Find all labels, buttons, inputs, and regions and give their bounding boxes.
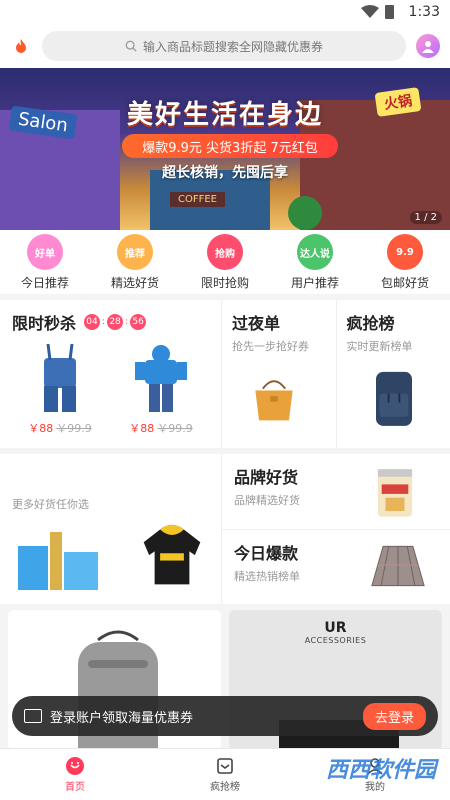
tab-rush-ranking-label: 疯抢榜 xyxy=(210,782,240,793)
battery-icon xyxy=(385,5,394,19)
banner-title: 美好生活在身边 xyxy=(126,100,323,130)
flash-sale-title: 限时秒杀 xyxy=(12,314,77,333)
home-icon xyxy=(66,757,84,775)
ur-brand-sub: ACCESSORIES xyxy=(304,636,367,645)
price-old: ￥99.9 xyxy=(56,422,92,435)
flash-sale-tile[interactable]: 限时秒杀 04: 28: 56 ￥88 ￥99.9 ￥88 ￥99.9 xyxy=(0,300,222,448)
price-now: ￥88 xyxy=(28,422,54,435)
quick-nav-label: 今日推荐 xyxy=(20,276,69,290)
status-time: 1:33 xyxy=(408,4,440,20)
overnight-tile[interactable]: 过夜单 抢先一步抢好券 xyxy=(222,300,337,448)
rush-ranking-sub: 实时更新榜单 xyxy=(346,340,413,353)
search-input[interactable]: 输入商品标题搜索全网隐藏优惠券 xyxy=(42,31,406,61)
free-shipping-icon: 9.9 xyxy=(387,234,423,270)
search-header: 输入商品标题搜索全网隐藏优惠券 xyxy=(0,24,450,68)
login-prompt-text: 登录账户领取海量优惠券 xyxy=(50,710,194,726)
quick-nav-item-selected[interactable]: 推荐 精选好货 xyxy=(95,234,175,291)
overnight-sub: 抢先一步抢好券 xyxy=(232,340,309,353)
status-icons xyxy=(361,5,394,19)
backpack-image xyxy=(375,371,412,426)
hoodie-image xyxy=(143,524,201,585)
overnight-title: 过夜单 xyxy=(232,314,281,333)
watermark-logo: 西西软件园 xyxy=(325,758,436,783)
grid-row-1: 限时秒杀 04: 28: 56 ￥88 ￥99.9 ￥88 ￥99.9 过夜单 … xyxy=(0,300,450,448)
price-now: ￥88 xyxy=(129,422,155,435)
avatar-icon xyxy=(422,41,434,53)
today-recommend-icon: 好单 xyxy=(27,234,63,270)
banner-tree xyxy=(288,196,322,230)
flash-buy-icon: 抢购 xyxy=(207,234,243,270)
promo-banner[interactable]: Salon 火锅 美好生活在身边 爆款9.9元 尖货3折起 7元红包 超长核销，… xyxy=(0,68,450,230)
milk-powder-can-image xyxy=(377,469,413,517)
search-placeholder: 输入商品标题搜索全网隐藏优惠券 xyxy=(142,39,323,54)
rush-ranking-title: 疯抢榜 xyxy=(346,314,395,333)
skincare-set-image xyxy=(18,532,98,590)
timer-hours: 04 xyxy=(84,314,101,330)
quick-nav: 好单 今日推荐 推荐 精选好货 抢购 限时抢购 达人说 用户推荐 9.9 包邮好… xyxy=(0,230,450,294)
countdown-timer: 04: 28: 56 xyxy=(84,314,147,330)
ranking-icon xyxy=(217,758,233,774)
banner-coffee-sign: COFFEE xyxy=(170,192,225,207)
timer-minutes: 28 xyxy=(107,314,124,330)
brand-goods-tile[interactable]: 品牌好货 品牌精选好货 xyxy=(222,454,450,529)
flash-item-price: ￥88 ￥99.9 xyxy=(28,420,92,436)
status-bar: 1:33 xyxy=(0,0,450,24)
tab-rush-ranking[interactable]: 疯抢榜 xyxy=(150,749,300,800)
more-goods-tile[interactable]: 更多好货任你选 xyxy=(0,454,222,604)
tab-home-label: 首页 xyxy=(65,782,85,793)
wifi-icon xyxy=(361,5,379,18)
coupon-icon xyxy=(24,709,42,723)
banner-promo-pill: 爆款9.9元 尖货3折起 7元红包 xyxy=(122,134,338,158)
grid-row-2: 更多好货任你选 品牌好货 品牌精选好货 今日爆款 精选热销榜单 xyxy=(0,448,450,604)
quick-nav-label: 用户推荐 xyxy=(290,276,339,290)
flash-item[interactable]: ￥88 ￥99.9 xyxy=(12,342,108,436)
quick-nav-item-today[interactable]: 好单 今日推荐 xyxy=(5,234,85,291)
price-old: ￥99.9 xyxy=(157,422,193,435)
banner-pager: 1 / 2 xyxy=(409,211,442,224)
kids-outfit-image xyxy=(135,345,187,412)
quick-nav-label: 精选好货 xyxy=(110,276,159,290)
quick-nav-item-user[interactable]: 达人说 用户推荐 xyxy=(275,234,355,291)
login-prompt-toast: 登录账户领取海量优惠券 去登录 xyxy=(12,696,438,736)
hot-today-tile[interactable]: 今日爆款 精选热销榜单 xyxy=(222,528,450,605)
handbag-image xyxy=(255,380,293,421)
flash-item[interactable]: ￥88 ￥99.9 xyxy=(113,342,209,436)
banner-subtitle: 超长核销，先囤后享 xyxy=(162,165,288,181)
quick-nav-label: 包邮好货 xyxy=(380,276,429,290)
more-goods-sub: 更多好货任你选 xyxy=(12,498,89,511)
quick-nav-label: 限时抢购 xyxy=(200,276,249,290)
flash-item-price: ￥88 ￥99.9 xyxy=(129,420,193,436)
user-recommend-icon: 达人说 xyxy=(297,234,333,270)
selected-goods-icon: 推荐 xyxy=(117,234,153,270)
timer-seconds: 56 xyxy=(130,314,147,330)
user-avatar[interactable] xyxy=(416,34,440,58)
search-icon xyxy=(125,40,137,52)
login-button[interactable]: 去登录 xyxy=(362,702,426,730)
product-grid: 限时秒杀 04: 28: 56 ￥88 ￥99.9 ￥88 ￥99.9 过夜单 … xyxy=(0,294,450,750)
plaid-skirt-image xyxy=(371,545,425,586)
quick-nav-item-freeship[interactable]: 9.9 包邮好货 xyxy=(365,234,445,291)
fire-icon[interactable] xyxy=(10,35,32,57)
overalls-image xyxy=(44,343,76,412)
tab-home[interactable]: 首页 xyxy=(0,749,150,800)
rush-ranking-tile[interactable]: 疯抢榜 实时更新榜单 xyxy=(337,300,450,448)
ur-brand-title: UR xyxy=(324,620,347,636)
quick-nav-item-flash[interactable]: 抢购 限时抢购 xyxy=(185,234,265,291)
